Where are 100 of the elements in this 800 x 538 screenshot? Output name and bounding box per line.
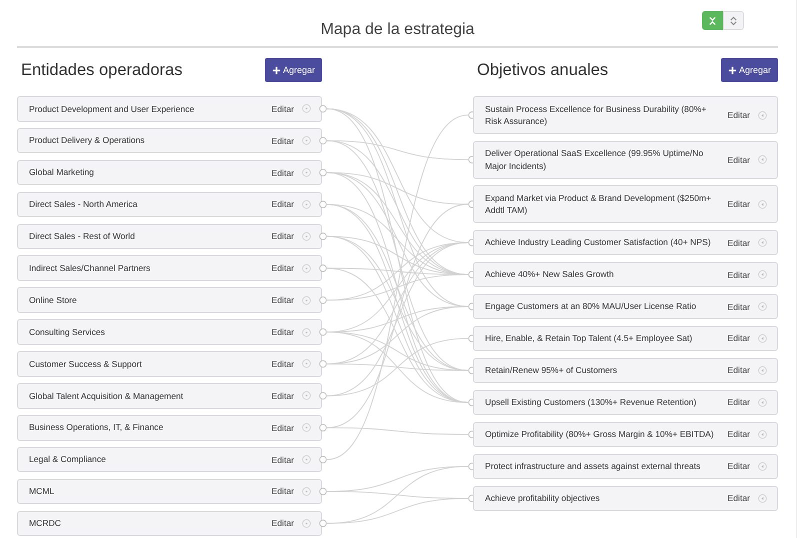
edit-link[interactable]: Editar	[272, 295, 294, 306]
edit-link[interactable]: Editar	[728, 429, 750, 440]
card-label: Direct Sales - North America	[29, 198, 138, 212]
objective-card[interactable]: Hire, Enable, & Retain Top Talent (4.5+ Employee Sat) Editar	[473, 326, 778, 352]
edit-link[interactable]: Editar	[272, 454, 294, 465]
edit-link[interactable]: Editar	[272, 486, 294, 496]
edit-link[interactable]: Editar	[728, 493, 750, 504]
entity-card[interactable]: Business Operations, IT, & Finance Editar	[17, 414, 322, 440]
edit-link[interactable]: Editar	[728, 333, 750, 344]
edit-link[interactable]: Editar	[728, 238, 750, 248]
add-icon[interactable]	[302, 359, 311, 368]
entity-card[interactable]: Legal & Compliance Editar	[17, 446, 322, 472]
add-button[interactable]: Agregar	[264, 58, 322, 82]
column-heading: Entidades operadoras	[21, 60, 182, 80]
plus-icon	[728, 66, 737, 74]
entity-card[interactable]: Direct Sales - North America Editar	[17, 192, 322, 218]
entity-card[interactable]: Global Talent Acquisition & Management Editar	[17, 383, 322, 409]
card-label: Achieve 40%+ New Sales Growth	[485, 268, 615, 282]
add-icon[interactable]	[302, 104, 311, 114]
add-icon[interactable]	[302, 328, 311, 337]
collapse-icon[interactable]	[758, 238, 767, 248]
objective-card[interactable]: Achieve Industry Leading Customer Satisfaction (40+ NPS) Editar	[473, 230, 778, 256]
collapse-icon[interactable]	[758, 494, 767, 503]
objective-card[interactable]: Engage Customers at an 80% MAU/User License Ratio Editar	[473, 294, 778, 320]
card-label: Sustain Process Excellence for Business Durability (80%+ Risk Assurance)	[485, 102, 708, 128]
entity-card[interactable]: Consulting Services Editar	[17, 319, 322, 345]
collapse-icon[interactable]	[758, 270, 767, 280]
objective-card[interactable]: Deliver Operational SaaS Excellence (99.95% Uptime/No Major Incidents) Editar	[473, 140, 778, 179]
collapse-icon[interactable]	[758, 366, 767, 375]
expand-view-button[interactable]	[723, 11, 744, 30]
edit-link[interactable]: Editar	[272, 168, 294, 178]
collapse-icon[interactable]	[758, 398, 767, 407]
column-heading: Objetivos anuales	[477, 60, 608, 80]
edit-link[interactable]: Editar	[272, 104, 294, 114]
entity-card[interactable]: Global Marketing Editar	[17, 160, 322, 186]
collapse-icon[interactable]	[758, 462, 767, 471]
edit-link[interactable]: Editar	[272, 327, 294, 338]
collapse-icon	[708, 16, 717, 26]
add-icon[interactable]	[302, 518, 311, 528]
edit-link[interactable]: Editar	[272, 263, 294, 274]
card-label: MCML	[29, 485, 56, 498]
edit-link[interactable]: Editar	[272, 358, 294, 369]
entity-card[interactable]: Customer Success & Support Editar	[17, 351, 322, 377]
add-icon[interactable]	[302, 455, 311, 464]
objective-card[interactable]: Achieve profitability objectives Editar	[473, 486, 778, 512]
card-label: Global Marketing	[29, 166, 95, 180]
edit-link[interactable]: Editar	[728, 270, 750, 280]
edit-link[interactable]: Editar	[272, 422, 294, 433]
card-label: Protect infrastructure and assets against external threats	[485, 460, 702, 474]
edit-link[interactable]: Editar	[728, 110, 750, 120]
collapse-icon[interactable]	[758, 302, 767, 311]
objective-card[interactable]: Optimize Profitability (80%+ Gross Margin & 10%+ EBITDA) Editar	[473, 422, 778, 448]
collapse-icon[interactable]	[758, 430, 767, 439]
add-icon[interactable]	[302, 423, 311, 432]
add-icon[interactable]	[302, 168, 311, 178]
card-label: Online Store	[29, 294, 78, 307]
edit-link[interactable]: Editar	[728, 461, 750, 472]
collapse-view-button[interactable]	[702, 11, 723, 30]
add-icon[interactable]	[302, 136, 311, 146]
edit-link[interactable]: Editar	[728, 302, 750, 312]
collapse-icon[interactable]	[758, 200, 767, 209]
add-icon[interactable]	[302, 296, 311, 305]
add-icon[interactable]	[302, 486, 311, 496]
objective-card[interactable]: Retain/Renew 95%+ of Customers Editar	[473, 358, 778, 384]
edit-link[interactable]: Editar	[728, 397, 750, 408]
objective-card[interactable]: Achieve 40%+ New Sales Growth Editar	[473, 262, 778, 288]
entity-card[interactable]: Product Delivery & Operations Editar	[17, 128, 322, 154]
card-label: Deliver Operational SaaS Excellence (99.95% Uptime/No Major Incidents)	[485, 147, 704, 173]
entity-card[interactable]: Indirect Sales/Channel Partners Editar	[17, 255, 322, 282]
edit-link[interactable]: Editar	[728, 365, 750, 376]
card-label: Business Operations, IT, & Finance	[29, 421, 164, 434]
edit-link[interactable]: Editar	[272, 231, 294, 242]
collapse-icon[interactable]	[758, 155, 767, 164]
entity-card[interactable]: MCRDC Editar	[17, 510, 322, 536]
edit-link[interactable]: Editar	[272, 136, 294, 146]
entity-card[interactable]: MCML Editar	[17, 478, 322, 504]
objective-card[interactable]: Sustain Process Excellence for Business Durability (80%+ Risk Assurance) Editar	[473, 96, 778, 134]
card-label: Indirect Sales/Channel Partners	[29, 262, 152, 275]
edit-link[interactable]: Editar	[272, 518, 294, 528]
card-label: Retain/Renew 95%+ of Customers	[485, 364, 618, 378]
collapse-icon[interactable]	[758, 110, 767, 120]
entity-card[interactable]: Online Store Editar	[17, 287, 322, 313]
edit-link[interactable]: Editar	[728, 154, 750, 165]
objective-card[interactable]: Upsell Existing Customers (130%+ Revenue Retention) Editar	[473, 390, 778, 416]
card-label: Product Delivery & Operations	[29, 134, 146, 148]
add-icon[interactable]	[302, 391, 311, 400]
collapse-icon[interactable]	[758, 334, 767, 343]
edit-link[interactable]: Editar	[272, 199, 294, 210]
entity-card[interactable]: Product Development and User Experience Editar	[17, 96, 322, 122]
edit-link[interactable]: Editar	[272, 390, 294, 401]
edit-link[interactable]: Editar	[728, 199, 750, 210]
add-icon[interactable]	[302, 200, 311, 209]
objective-card[interactable]: Expand Market via Product & Brand Development ($250m+ Addtl TAM) Editar	[473, 185, 778, 224]
card-label: Expand Market via Product & Brand Development ($250m+ Addtl TAM)	[485, 192, 712, 218]
card-label: Customer Success & Support	[29, 358, 143, 371]
objective-card[interactable]: Protect infrastructure and assets against external threats Editar	[473, 454, 778, 480]
add-icon[interactable]	[302, 232, 311, 241]
add-icon[interactable]	[302, 264, 311, 273]
entity-card[interactable]: Direct Sales - Rest of World Editar	[17, 224, 322, 250]
add-button[interactable]: Agregar	[720, 58, 778, 82]
